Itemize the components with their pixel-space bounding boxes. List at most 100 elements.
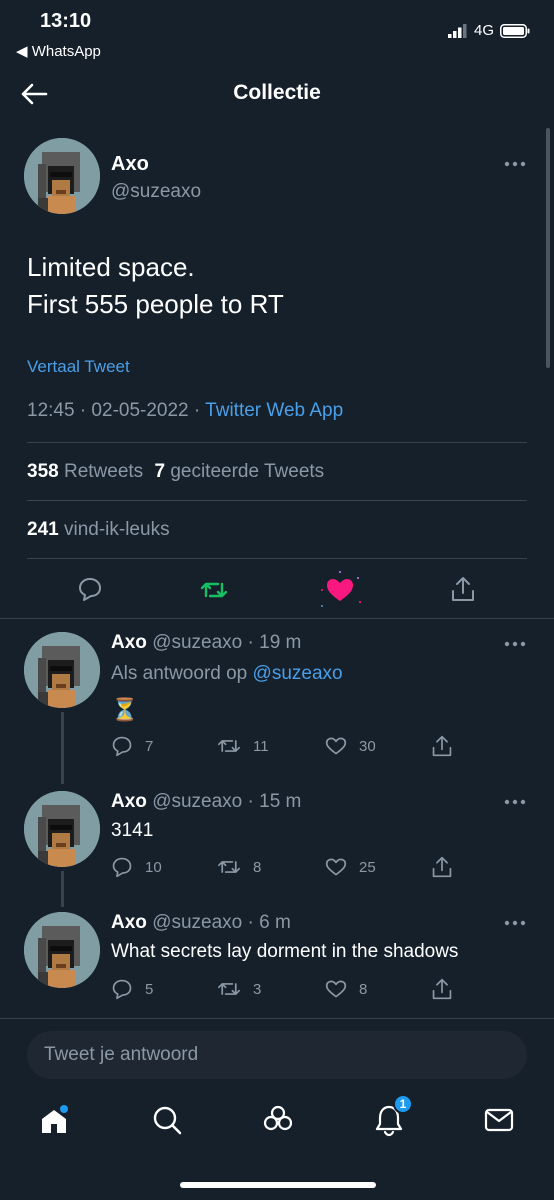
more-options-icon[interactable] xyxy=(504,640,526,648)
author-handle[interactable]: @suzeaxo xyxy=(111,181,201,203)
reply-to-handle-link[interactable]: @suzeaxo xyxy=(253,663,343,684)
reply-icon xyxy=(112,857,132,878)
reply-action[interactable]: 10 xyxy=(111,856,162,878)
status-time: 13:10 xyxy=(40,10,92,32)
author-name[interactable]: Axo xyxy=(111,153,149,176)
pixel-avatar-icon xyxy=(24,632,100,708)
heart-icon xyxy=(325,858,347,876)
pixel-avatar-icon xyxy=(24,791,100,867)
share-icon[interactable] xyxy=(450,575,476,603)
reply-author-name[interactable]: Axo xyxy=(111,912,147,933)
battery-icon xyxy=(500,23,530,38)
reply-time: · 19 m xyxy=(247,632,302,653)
reply-input[interactable]: Tweet je antwoord xyxy=(27,1031,527,1079)
retweet-count: 11 xyxy=(253,737,269,755)
reply-author-handle[interactable]: @suzeaxo xyxy=(152,791,242,812)
notifications-badge: 1 xyxy=(393,1094,413,1114)
more-options-icon[interactable] xyxy=(504,919,526,927)
avatar[interactable] xyxy=(24,791,100,867)
tab-search[interactable] xyxy=(147,1100,187,1140)
reply-time: · 15 m xyxy=(247,791,302,812)
retweet-action[interactable]: 11 xyxy=(217,735,269,757)
reply-input-placeholder: Tweet je antwoord xyxy=(44,1044,199,1065)
retweets-label: Retweets xyxy=(63,461,144,482)
reply-author-handle[interactable]: @suzeaxo xyxy=(152,632,242,653)
scrollbar[interactable] xyxy=(546,128,550,368)
share-icon[interactable] xyxy=(431,734,453,758)
like-count: 30 xyxy=(359,737,376,755)
retweet-action[interactable]: 3 xyxy=(217,978,261,1000)
heart-icon xyxy=(325,737,347,755)
likes-label: vind-ik-leuks xyxy=(63,519,170,540)
avatar[interactable] xyxy=(24,632,100,708)
likes-count: 241 xyxy=(27,519,59,540)
reply-header: Axo @suzeaxo · 19 m xyxy=(111,632,301,654)
like-icon-active[interactable] xyxy=(318,570,362,610)
like-action[interactable]: 25 xyxy=(325,856,376,878)
reply-count: 5 xyxy=(145,980,154,998)
divider xyxy=(0,1018,554,1019)
retweets-count: 358 xyxy=(27,461,59,482)
reply-to-label: Als antwoord op xyxy=(111,663,253,684)
reply-author-handle[interactable]: @suzeaxo xyxy=(152,912,242,933)
retweet-action[interactable]: 8 xyxy=(217,856,261,878)
like-count: 25 xyxy=(359,858,376,876)
heart-icon xyxy=(325,980,347,998)
reply-header: Axo @suzeaxo · 15 m xyxy=(111,791,301,813)
retweet-icon[interactable] xyxy=(200,577,228,603)
network-type: 4G xyxy=(473,22,494,39)
reply-icon xyxy=(112,736,132,757)
thread-line xyxy=(61,871,64,907)
status-indicators: 4G xyxy=(447,22,530,39)
search-icon xyxy=(153,1106,182,1135)
reply-to-line: Als antwoord op @suzeaxo xyxy=(111,663,343,685)
like-stats[interactable]: 241 vind-ik-leuks xyxy=(27,519,170,541)
reply-text: 3141 xyxy=(111,820,154,841)
reply-text: What secrets lay dorment in the shadows xyxy=(111,941,459,962)
more-options-icon[interactable] xyxy=(504,160,526,168)
back-to-app-link[interactable]: ◀ WhatsApp xyxy=(16,42,101,60)
avatar[interactable] xyxy=(24,912,100,988)
share-icon[interactable] xyxy=(431,855,453,879)
reply-action[interactable]: 5 xyxy=(111,978,153,1000)
tweet-text-line-1: Limited space. xyxy=(27,252,195,282)
tab-messages[interactable] xyxy=(479,1100,519,1140)
more-options-icon[interactable] xyxy=(504,798,526,806)
tab-notifications[interactable]: 1 xyxy=(369,1094,413,1140)
tab-communities[interactable] xyxy=(258,1100,298,1140)
tweet-meta: 12:45 · 02-05-2022 · Twitter Web App xyxy=(27,400,343,422)
reply-author-name[interactable]: Axo xyxy=(111,632,147,653)
reply-count: 10 xyxy=(145,858,162,876)
like-action[interactable]: 8 xyxy=(325,978,367,1000)
divider xyxy=(27,558,527,559)
reply-text: ⏳ xyxy=(111,697,139,722)
reply-header: Axo @suzeaxo · 6 m xyxy=(111,912,291,934)
retweet-stats[interactable]: 358 Retweets 7 geciteerde Tweets xyxy=(27,461,324,483)
reply-author-name[interactable]: Axo xyxy=(111,791,147,812)
retweet-icon xyxy=(218,861,240,873)
translate-tweet-link[interactable]: Vertaal Tweet xyxy=(27,357,130,377)
divider xyxy=(27,500,527,501)
reply-action[interactable]: 7 xyxy=(111,735,153,757)
retweet-icon xyxy=(218,740,240,752)
tweet-source-link[interactable]: Twitter Web App xyxy=(205,400,343,421)
tab-home[interactable] xyxy=(34,1100,74,1140)
share-icon[interactable] xyxy=(431,977,453,1001)
quotes-count: 7 xyxy=(154,461,166,482)
reply-icon xyxy=(112,979,132,1000)
mail-icon xyxy=(484,1108,514,1132)
retweet-icon xyxy=(218,983,240,995)
like-action[interactable]: 30 xyxy=(325,735,376,757)
divider xyxy=(0,618,554,619)
reply-time: · 6 m xyxy=(247,912,291,933)
tweet-timestamp: 12:45 · 02-05-2022 · xyxy=(27,400,206,421)
communities-icon xyxy=(263,1105,293,1131)
signal-icon xyxy=(447,23,467,38)
quotes-label: geciteerde Tweets xyxy=(170,461,325,482)
avatar[interactable] xyxy=(24,138,100,214)
like-count: 8 xyxy=(359,980,368,998)
reply-icon[interactable] xyxy=(77,576,103,602)
pixel-avatar-icon xyxy=(24,912,100,988)
page-title: Collectie xyxy=(233,81,321,104)
home-icon xyxy=(42,1105,68,1133)
